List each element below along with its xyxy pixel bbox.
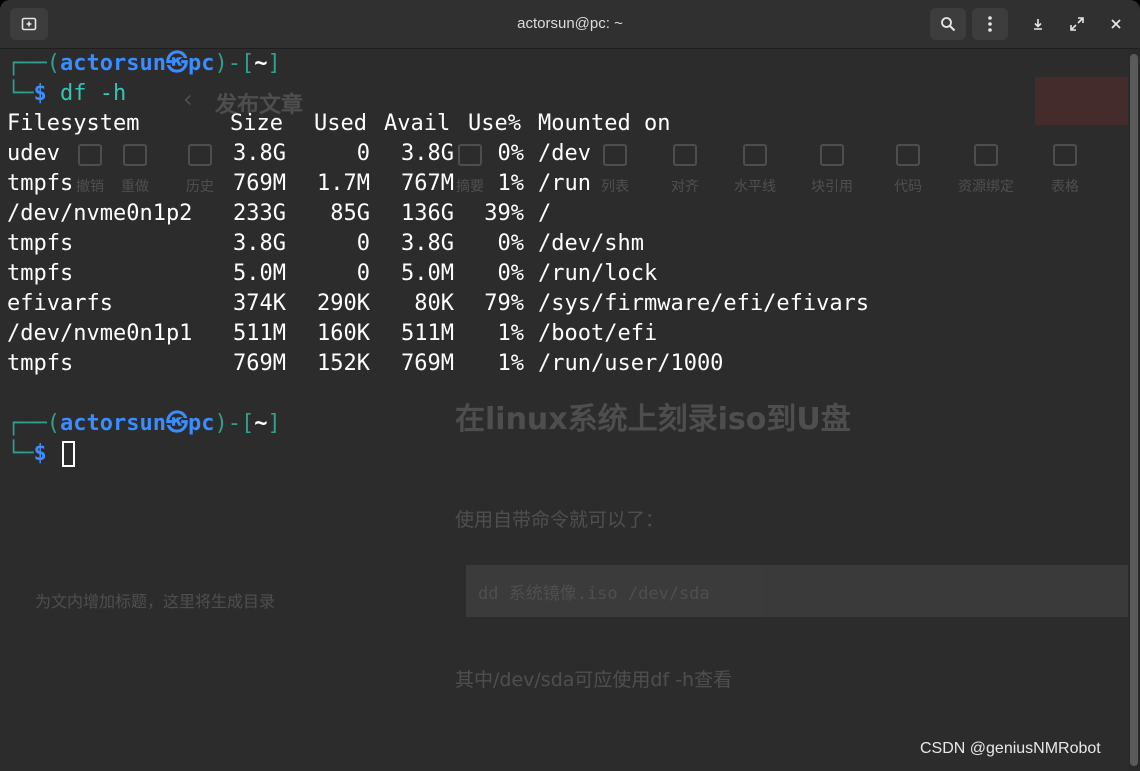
cell: Size: [230, 111, 283, 136]
window-title: actorsun@pc: ~: [517, 15, 623, 32]
cell: 0: [356, 261, 370, 286]
cell: 3.8G: [233, 141, 286, 166]
cell: tmpfs: [7, 231, 74, 256]
cell: 374K: [233, 291, 286, 316]
cell: /dev/nvme0n1p1: [7, 321, 193, 346]
minimize-button[interactable]: [1022, 8, 1054, 40]
prompt-user: actorsun: [59, 411, 166, 436]
cell: /: [538, 201, 552, 226]
prompt-host: pc: [187, 51, 215, 76]
cell: Use%: [468, 111, 521, 136]
search-button[interactable]: [930, 8, 966, 40]
ghost-tool: 代码: [878, 144, 938, 196]
prompt-line: ┌──(actorsun㉿pc)-[~]: [7, 51, 281, 76]
cell: 511M: [233, 321, 286, 346]
search-icon: [941, 17, 956, 32]
close-button[interactable]: [1100, 8, 1132, 40]
ghost-tool: 重做: [105, 144, 165, 196]
maximize-icon: [1070, 17, 1084, 31]
cell: 5.0M: [401, 261, 454, 286]
cell: /dev/nvme0n1p2: [7, 201, 193, 226]
cell: 290K: [317, 291, 370, 316]
cell: 3.8G: [233, 231, 286, 256]
cell: 5.0M: [233, 261, 286, 286]
cell: udev: [7, 141, 60, 166]
command-text: df -h: [60, 81, 127, 106]
ghost-tool: 水平线: [725, 144, 785, 196]
cell: 0%: [497, 261, 525, 286]
ghost-publish-button: [1035, 77, 1128, 125]
cell: /boot/efi: [538, 321, 658, 346]
command-line: └─$ df -h: [7, 81, 127, 106]
menu-button[interactable]: [972, 8, 1008, 40]
scrollbar-thumb[interactable]: [1130, 54, 1138, 766]
new-tab-button[interactable]: [10, 8, 48, 40]
cell: 160K: [317, 321, 370, 346]
cell: 769M: [233, 171, 286, 196]
ghost-code-block: dd 系统镜像.iso /dev/sda: [466, 565, 1128, 617]
cell: Avail: [384, 111, 451, 136]
cell: 3.8G: [401, 141, 454, 166]
cell: Used: [314, 111, 367, 136]
ghost-paragraph: 其中/dev/sda可应使用df -h查看: [455, 669, 733, 691]
cell: /run: [538, 171, 591, 196]
cell: 85G: [330, 201, 370, 226]
cell: Filesystem: [7, 111, 140, 136]
cell: 233G: [233, 201, 286, 226]
text-cursor: [62, 441, 75, 467]
command-line[interactable]: └─$: [7, 439, 75, 469]
cell: tmpfs: [7, 261, 74, 286]
prompt-line: ┌──(actorsun㉿pc)-[~]: [7, 411, 281, 436]
cell: 769M: [401, 351, 454, 376]
terminal-area[interactable]: ‹ 发布文章 撤销 重做 历史 摘要 列表 对齐 水平线 块引用 代码 资源绑定…: [0, 49, 1128, 771]
prompt-host: pc: [187, 411, 215, 436]
ghost-tool: 列表: [585, 144, 645, 196]
watermark: CSDN @geniusNMRobot: [920, 740, 1101, 757]
cell: 136G: [401, 201, 454, 226]
cell: 1%: [497, 321, 525, 346]
minimize-icon: [1034, 19, 1042, 30]
title-bar: actorsun@pc: ~: [0, 0, 1140, 49]
cell: 80K: [414, 291, 454, 316]
ghost-paragraph: 使用自带命令就可以了：: [455, 509, 665, 531]
cell: 767M: [401, 171, 454, 196]
ghost-tool: 对齐: [655, 144, 715, 196]
cell: Mounted on: [538, 111, 671, 136]
cell: 1%: [497, 171, 525, 196]
cell: /dev: [538, 141, 591, 166]
cell: 0: [356, 141, 370, 166]
cell: efivarfs: [7, 291, 113, 316]
ghost-tool: 表格: [1035, 144, 1095, 196]
new-tab-icon: [21, 17, 37, 31]
cell: tmpfs: [7, 351, 74, 376]
terminal-window: actorsun@pc: ~ ‹ 发布文章 撤销 重做 历史 摘要 列表 对齐 …: [0, 0, 1140, 771]
ghost-tool: 资源绑定: [956, 144, 1016, 196]
ghost-tool: 块引用: [802, 144, 862, 196]
prompt-dir: ~: [254, 411, 268, 436]
cell: /run/lock: [538, 261, 658, 286]
cell: /sys/firmware/efi/efivars: [538, 291, 870, 316]
cell: 3.8G: [401, 231, 454, 256]
prompt-user: actorsun: [59, 51, 166, 76]
cell: 1%: [497, 351, 525, 376]
cell: 0%: [497, 231, 525, 256]
close-icon: [1111, 19, 1121, 29]
ghost-toc-hint: 为文内增加标题，这里将生成目录: [35, 592, 276, 611]
ghost-back-icon: ‹: [183, 85, 193, 113]
prompt-dir: ~: [254, 51, 268, 76]
cell: /dev/shm: [538, 231, 644, 256]
cell: 511M: [401, 321, 454, 346]
cell: 152K: [317, 351, 370, 376]
cell: 0%: [497, 141, 525, 166]
cell: 1.7M: [317, 171, 370, 196]
cell: 769M: [233, 351, 286, 376]
ghost-article-title: 在linux系统上刻录iso到U盘: [455, 402, 851, 437]
maximize-button[interactable]: [1061, 8, 1093, 40]
kebab-menu-icon: [988, 16, 992, 32]
cell: 79%: [484, 291, 524, 316]
cell: 0: [356, 231, 370, 256]
cell: /run/user/1000: [538, 351, 724, 376]
cell: 39%: [484, 201, 524, 226]
cell: tmpfs: [7, 171, 74, 196]
